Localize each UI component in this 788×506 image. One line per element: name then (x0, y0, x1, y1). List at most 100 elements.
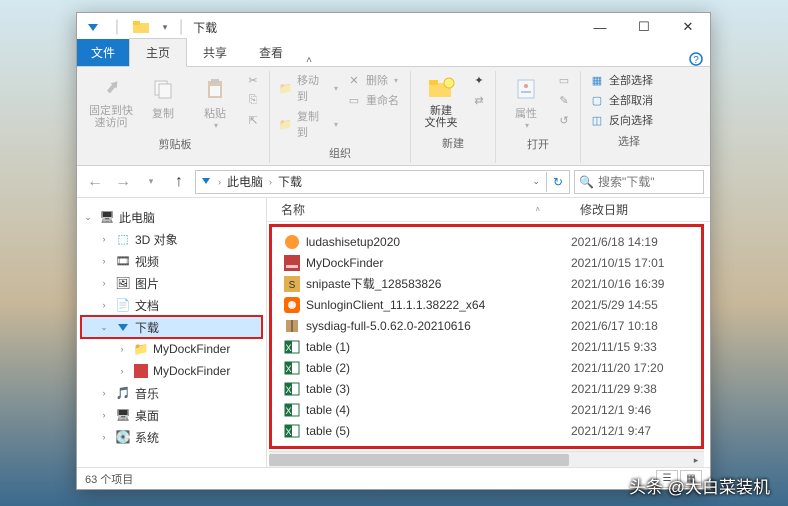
rename-button[interactable]: ▭重命名 (344, 91, 404, 109)
search-input[interactable]: 🔍 搜索"下载" (574, 170, 704, 194)
edit-icon: ✎ (556, 92, 572, 108)
breadcrumb[interactable]: › 此电脑 › 下载 ⌄ ↻ (195, 170, 570, 194)
newfolder-button[interactable]: 新建 文件夹 (417, 71, 465, 131)
h-scrollbar[interactable]: ◂ ▸ (269, 451, 704, 467)
crumb-downloads[interactable]: 下载 (274, 173, 306, 190)
history-icon: ↺ (556, 112, 572, 128)
selectall-button[interactable]: ▦全部选择 (587, 71, 671, 89)
pin-button[interactable]: 固定到快 速访问 (87, 71, 135, 131)
tree-mydock2[interactable]: ›MyDockFinder (81, 360, 262, 382)
newitem-button[interactable]: ✦ (469, 71, 489, 89)
search-icon: 🔍 (579, 175, 594, 189)
tree-3dobjects[interactable]: ›⬚3D 对象 (81, 228, 262, 250)
newfolder-icon (425, 73, 457, 105)
copy-button[interactable]: 复制 (139, 71, 187, 123)
file-name: sysdiag-full-5.0.62.0-20210616 (306, 319, 571, 333)
scroll-right-icon[interactable]: ▸ (688, 452, 704, 467)
refresh-icon[interactable]: ↻ (546, 172, 569, 192)
pasteshortcut-button[interactable]: ⇱ (243, 111, 263, 129)
file-list: 名称 ˄ 修改日期 ludashisetup20202021/6/18 14:19… (267, 198, 710, 467)
qat-dropdown-icon[interactable]: ▾ (155, 17, 175, 37)
scroll-thumb[interactable] (269, 454, 569, 466)
tree-documents[interactable]: ›📄文档 (81, 294, 262, 316)
paste-button[interactable]: 粘贴▾ (191, 71, 239, 132)
chevron-right-icon[interactable]: › (267, 177, 274, 187)
help-icon[interactable]: ? (682, 52, 710, 66)
file-row[interactable]: Xtable (4)2021/12/1 9:46 (272, 399, 701, 420)
ribbon-tabs: 文件 主页 共享 查看 ˄ ? (77, 41, 710, 67)
copypath-button[interactable]: ⎘ (243, 91, 263, 109)
file-row[interactable]: Xtable (2)2021/11/20 17:20 (272, 357, 701, 378)
file-name: table (1) (306, 340, 571, 354)
moveto-button[interactable]: 📁移动到▾ (276, 71, 340, 105)
minimize-button[interactable]: — (578, 13, 622, 41)
down-arrow-icon[interactable] (83, 17, 103, 37)
nav-up-button[interactable]: ↑ (167, 170, 191, 194)
file-date: 2021/11/15 9:33 (571, 340, 701, 354)
tab-file[interactable]: 文件 (77, 39, 129, 66)
open-button[interactable]: ▭ (554, 71, 574, 89)
nav-forward-button[interactable]: → (111, 170, 135, 194)
video-icon: 🎞 (115, 253, 131, 269)
history-button[interactable]: ↺ (554, 111, 574, 129)
col-name[interactable]: 名称 (281, 201, 305, 218)
moveto-icon: 📁 (278, 80, 293, 96)
file-row[interactable]: MyDockFinder2021/10/15 17:01 (272, 252, 701, 273)
file-row[interactable]: Xtable (3)2021/11/29 9:38 (272, 378, 701, 399)
file-icon (284, 318, 300, 334)
svg-text:X: X (285, 343, 291, 353)
tree-system[interactable]: ›💽系统 (81, 426, 262, 448)
titlebar: | ▾ | 下载 — ☐ ✕ (77, 13, 710, 41)
tree-thispc[interactable]: ⌄🖥此电脑 (81, 206, 262, 228)
tab-home[interactable]: 主页 (129, 38, 187, 67)
edit-button[interactable]: ✎ (554, 91, 574, 109)
file-row[interactable]: SunloginClient_11.1.1.38222_x642021/5/29… (272, 294, 701, 315)
copyto-button[interactable]: 📁复制到▾ (276, 107, 340, 141)
copy-icon (147, 73, 179, 105)
nav-tree[interactable]: ⌄🖥此电脑 ›⬚3D 对象 ›🎞视频 ›🖼图片 ›📄文档 ⌄下载 ›📁MyDoc… (77, 198, 267, 467)
selectnone-button[interactable]: ▢全部取消 (587, 91, 671, 109)
list-header[interactable]: 名称 ˄ 修改日期 (267, 198, 710, 222)
chevron-right-icon[interactable]: › (216, 177, 223, 187)
delete-button[interactable]: ✕删除▾ (344, 71, 404, 89)
cut-button[interactable]: ✂ (243, 71, 263, 89)
maximize-button[interactable]: ☐ (622, 13, 666, 41)
invertsel-button[interactable]: ◫反向选择 (587, 111, 671, 129)
tree-music[interactable]: ›🎵音乐 (81, 382, 262, 404)
file-date: 2021/6/18 14:19 (571, 235, 701, 249)
file-icon: S (284, 276, 300, 292)
file-date: 2021/11/20 17:20 (571, 361, 701, 375)
tree-videos[interactable]: ›🎞视频 (81, 250, 262, 272)
list-body[interactable]: ludashisetup20202021/6/18 14:19MyDockFin… (269, 224, 704, 449)
nav-back-button[interactable]: ← (83, 170, 107, 194)
nav-recent-button[interactable]: ▾ (139, 170, 163, 194)
file-row[interactable]: ludashisetup20202021/6/18 14:19 (272, 231, 701, 252)
crumb-thispc[interactable]: 此电脑 (223, 173, 267, 190)
group-open-label: 打开 (527, 136, 549, 154)
ribbon-collapse-icon[interactable]: ˄ (299, 55, 319, 66)
tab-view[interactable]: 查看 (243, 39, 299, 66)
desktop-icon: 🖥 (115, 407, 131, 423)
svg-text:S: S (289, 280, 296, 291)
file-row[interactable]: Xtable (5)2021/12/1 9:47 (272, 420, 701, 441)
tree-desktop[interactable]: ›🖥桌面 (81, 404, 262, 426)
col-date[interactable]: 修改日期 (580, 201, 710, 218)
close-button[interactable]: ✕ (666, 13, 710, 41)
properties-button[interactable]: 属性▾ (502, 71, 550, 132)
paste-icon (199, 73, 231, 105)
tree-downloads[interactable]: ⌄下载 (81, 316, 262, 338)
file-row[interactable]: sysdiag-full-5.0.62.0-202106162021/6/17 … (272, 315, 701, 336)
sort-asc-icon: ˄ (535, 205, 540, 214)
file-row[interactable]: Ssnipaste下载_1285838262021/10/16 16:39 (272, 273, 701, 294)
easyaccess-button[interactable]: ⇄ (469, 91, 489, 109)
file-row[interactable]: Xtable (1)2021/11/15 9:33 (272, 336, 701, 357)
crumb-dropdown-icon[interactable]: ⌄ (526, 176, 546, 187)
document-icon: 📄 (115, 297, 131, 313)
tree-mydock1[interactable]: ›📁MyDockFinder (81, 338, 262, 360)
file-icon (284, 297, 300, 313)
file-icon: X (284, 402, 300, 418)
tab-share[interactable]: 共享 (187, 39, 243, 66)
file-date: 2021/10/15 17:01 (571, 256, 701, 270)
file-name: SunloginClient_11.1.1.38222_x64 (306, 298, 571, 312)
tree-pictures[interactable]: ›🖼图片 (81, 272, 262, 294)
